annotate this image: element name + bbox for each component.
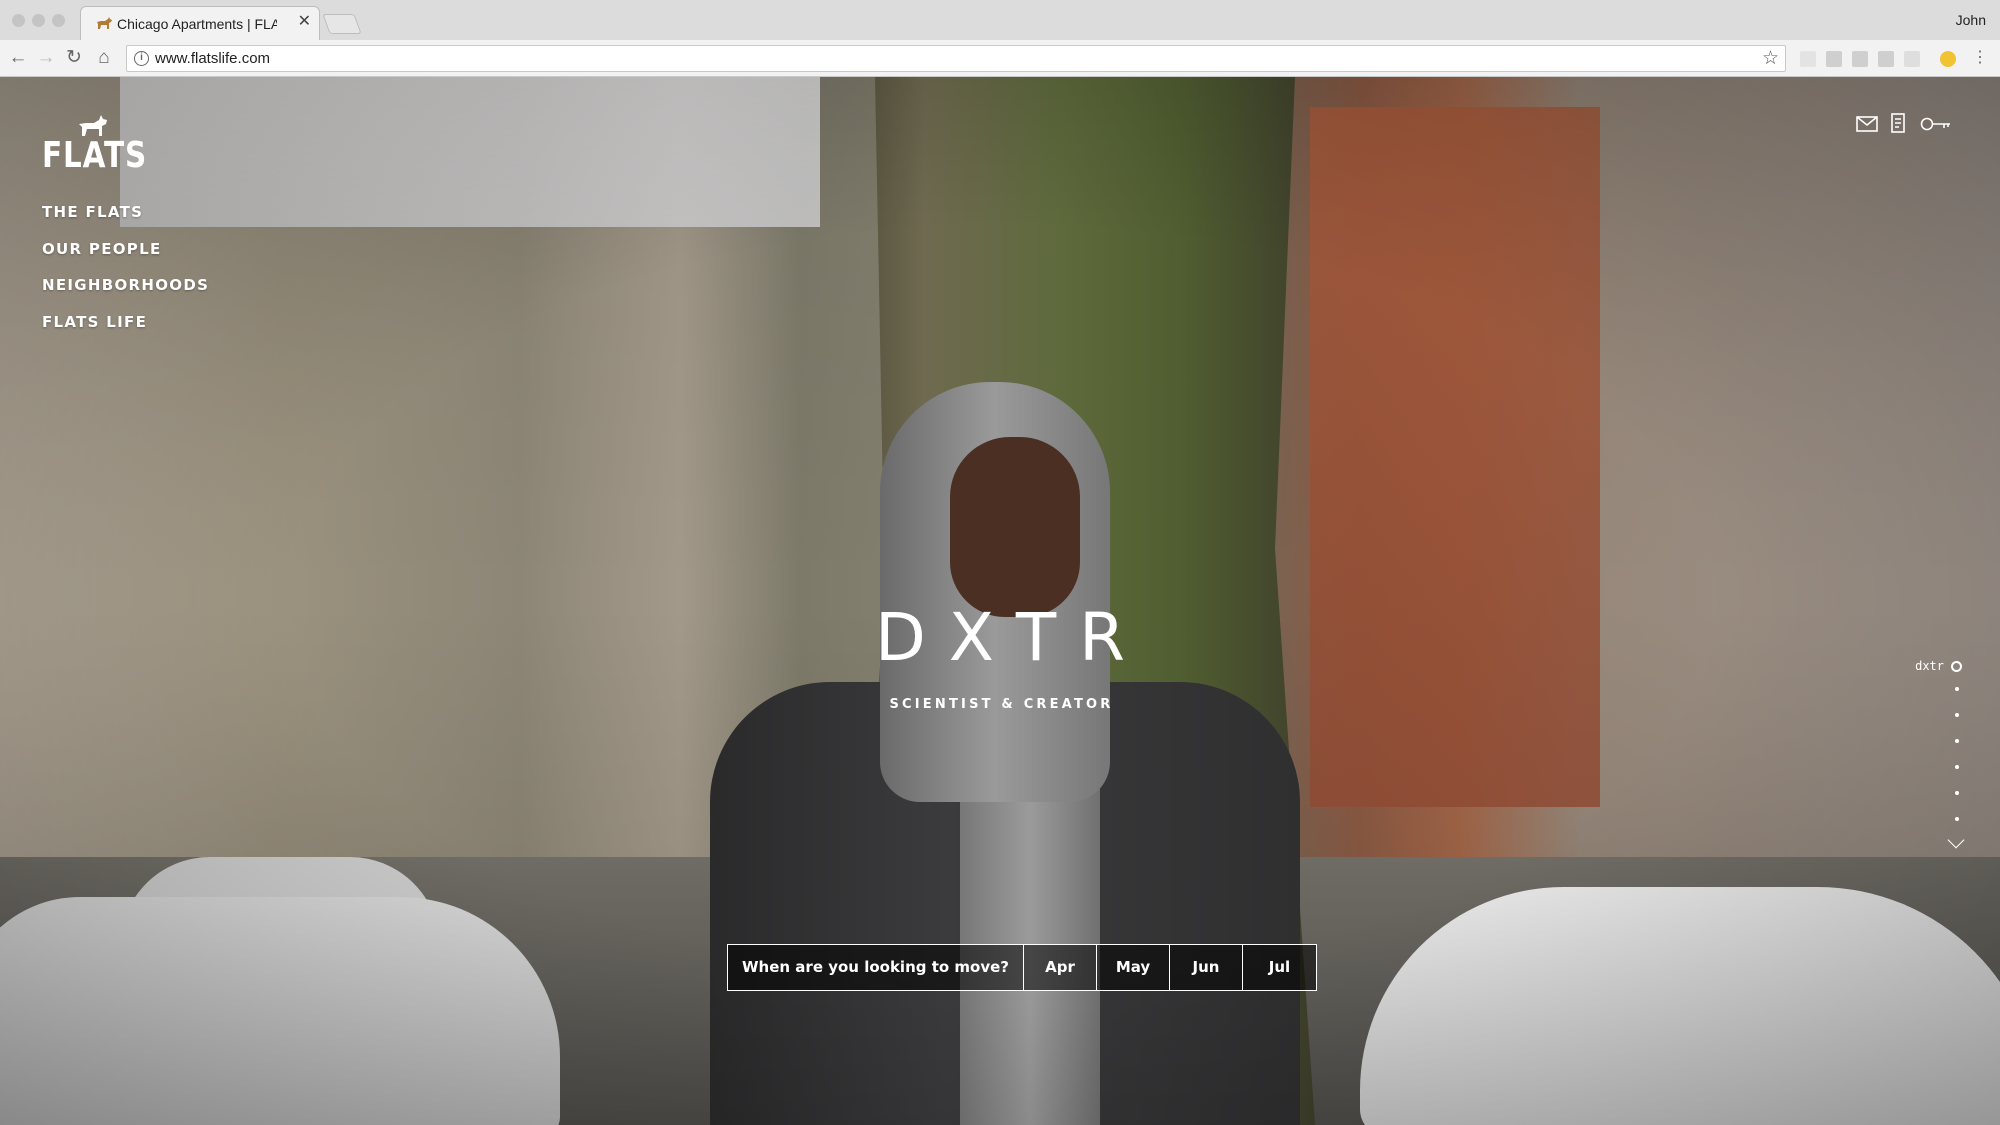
pager-current-label[interactable]: dxtr bbox=[1915, 659, 1944, 673]
site-info-icon[interactable]: i bbox=[134, 51, 149, 66]
tab-strip: Chicago Apartments | FLATS Chicago ✕ Joh… bbox=[0, 0, 2000, 40]
main-navigation: THE FLATS OUR PEOPLE NEIGHBORHOODS FLATS… bbox=[42, 203, 209, 349]
profile-name[interactable]: John bbox=[1956, 12, 1986, 28]
pager-dot[interactable] bbox=[1955, 739, 1959, 743]
extension-icon[interactable] bbox=[1878, 51, 1894, 67]
browser-chrome: Chicago Apartments | FLATS Chicago ✕ Joh… bbox=[0, 0, 2000, 77]
reload-icon[interactable]: ↻ bbox=[62, 46, 86, 70]
dog-logo-icon bbox=[79, 115, 107, 136]
forward-arrow-icon[interactable]: → bbox=[34, 46, 58, 70]
pager-dot[interactable] bbox=[1955, 713, 1959, 717]
move-month-may[interactable]: May bbox=[1097, 945, 1170, 990]
logo-wordmark: FLATS bbox=[42, 135, 148, 176]
extension-icon[interactable] bbox=[1800, 51, 1816, 67]
address-bar[interactable]: i www.flatslife.com ☆ bbox=[126, 45, 1786, 72]
url-text[interactable]: www.flatslife.com bbox=[155, 50, 270, 67]
pager-dot[interactable] bbox=[1955, 791, 1959, 795]
scroll-down-chevron-icon[interactable] bbox=[1947, 831, 1965, 849]
slide-pager: dxtr bbox=[1872, 659, 1965, 959]
hero-section: FLATS THE FLATS OUR PEOPLE NEIGHBORHOODS… bbox=[0, 77, 2000, 1125]
pager-dot[interactable] bbox=[1955, 687, 1959, 691]
nav-item-our-people[interactable]: OUR PEOPLE bbox=[42, 240, 209, 277]
move-in-question: When are you looking to move? bbox=[728, 945, 1024, 990]
move-month-apr[interactable]: Apr bbox=[1024, 945, 1097, 990]
nav-item-the-flats[interactable]: THE FLATS bbox=[42, 203, 209, 240]
hero-title: DXTR bbox=[874, 599, 1149, 676]
browser-toolbar: ← → ↻ ⌂ i www.flatslife.com ☆ ⋮ bbox=[0, 40, 2000, 77]
mail-icon[interactable] bbox=[1856, 115, 1878, 133]
extension-icon[interactable] bbox=[1852, 51, 1868, 67]
header-icons bbox=[1856, 113, 1956, 137]
new-tab-button[interactable] bbox=[322, 14, 362, 34]
home-icon[interactable]: ⌂ bbox=[92, 46, 116, 70]
dog-favicon-icon bbox=[97, 17, 112, 29]
browser-tab-active[interactable]: Chicago Apartments | FLATS Chicago ✕ bbox=[80, 6, 320, 40]
browser-menu-icon[interactable]: ⋮ bbox=[1968, 46, 1992, 70]
nav-item-flats-life[interactable]: FLATS LIFE bbox=[42, 313, 209, 350]
back-arrow-icon[interactable]: ← bbox=[6, 46, 30, 70]
nav-item-neighborhoods[interactable]: NEIGHBORHOODS bbox=[42, 276, 209, 313]
document-icon[interactable] bbox=[1890, 113, 1906, 135]
extension-icon[interactable] bbox=[1826, 51, 1842, 67]
window-close-button[interactable] bbox=[12, 14, 25, 27]
tab-title: Chicago Apartments | FLATS Chicago bbox=[117, 16, 277, 32]
window-minimize-button[interactable] bbox=[32, 14, 45, 27]
window-zoom-button[interactable] bbox=[52, 14, 65, 27]
extension-icon[interactable] bbox=[1904, 51, 1920, 67]
move-in-selector: When are you looking to move? Apr May Ju… bbox=[727, 944, 1317, 991]
pager-dot[interactable] bbox=[1955, 817, 1959, 821]
move-month-jul[interactable]: Jul bbox=[1243, 945, 1316, 990]
extension-icon[interactable] bbox=[1940, 51, 1956, 67]
pager-current-ring-icon[interactable] bbox=[1951, 661, 1962, 672]
key-icon[interactable] bbox=[1920, 115, 1952, 133]
hero-subtitle: SCIENTIST & CREATOR bbox=[889, 697, 1114, 712]
bookmark-star-icon[interactable]: ☆ bbox=[1762, 47, 1779, 70]
tab-close-icon[interactable]: ✕ bbox=[298, 13, 311, 31]
move-month-jun[interactable]: Jun bbox=[1170, 945, 1243, 990]
pager-dot[interactable] bbox=[1955, 765, 1959, 769]
